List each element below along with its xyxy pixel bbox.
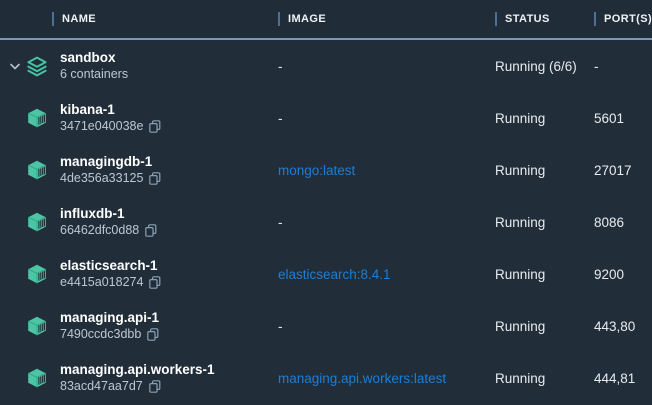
table-row-managing-api-1[interactable]: managing.api-1 7490ccdc3dbb - Running 44… (0, 300, 652, 352)
containers-table: NAME IMAGE STATUS PORT(S) sandbox 6 cont… (0, 0, 652, 405)
name-cell: elasticsearch-1 e4415a018274 (0, 248, 270, 300)
name-cell: kibana-1 3471e040038e (0, 92, 270, 144)
table-row-elasticsearch-1[interactable]: elasticsearch-1 e4415a018274 elasticsear… (0, 248, 652, 300)
ports-cell: 443,80 (586, 300, 652, 352)
chevron-down-icon (10, 63, 20, 70)
status-cell: Running (487, 144, 586, 196)
expand-toggle[interactable] (6, 63, 26, 70)
container-name: managing.api.workers-1 (60, 362, 215, 378)
copy-icon[interactable] (147, 328, 160, 341)
column-header-status[interactable]: STATUS (487, 0, 586, 38)
name-cell: managing.api.workers-1 83acd47aa7d7 (0, 352, 270, 404)
column-separator (594, 12, 596, 26)
column-header-ports[interactable]: PORT(S) (586, 0, 652, 38)
ports-cell: 27017 (586, 144, 652, 196)
status-cell: Running (487, 248, 586, 300)
column-header-name-label: NAME (62, 13, 96, 25)
container-id: e4415a018274 (60, 274, 143, 290)
name-cell: influxdb-1 66462dfc0d88 (0, 196, 270, 248)
container-name: influxdb-1 (60, 206, 158, 222)
container-id: 4de356a33125 (60, 170, 143, 186)
container-name: sandbox (60, 50, 128, 66)
container-icon (26, 368, 48, 388)
container-id: 7490ccdc3dbb (60, 326, 141, 342)
column-header-image-label: IMAGE (288, 13, 326, 25)
container-icon (26, 108, 48, 128)
column-header-ports-label: PORT(S) (604, 13, 652, 25)
table-row-kibana-1[interactable]: kibana-1 3471e040038e - Running 5601 (0, 92, 652, 144)
table-row-managingdb-1[interactable]: managingdb-1 4de356a33125 mongo:latest R… (0, 144, 652, 196)
ports-cell: 444,81 (586, 352, 652, 404)
container-name: managingdb-1 (60, 154, 162, 170)
copy-icon[interactable] (145, 224, 158, 237)
copy-icon[interactable] (149, 172, 162, 185)
container-icon (26, 316, 48, 336)
status-cell: Running (6/6) (487, 40, 586, 92)
column-separator (278, 12, 280, 26)
container-name: elasticsearch-1 (60, 258, 162, 274)
status-cell: Running (487, 196, 586, 248)
image-link[interactable]: mongo:latest (270, 144, 487, 196)
container-name: kibana-1 (60, 102, 162, 118)
name-cell: sandbox 6 containers (0, 40, 270, 92)
copy-icon[interactable] (149, 276, 162, 289)
ports-cell: 5601 (586, 92, 652, 144)
table-row-managing-api-workers-1[interactable]: managing.api.workers-1 83acd47aa7d7 mana… (0, 352, 652, 404)
ports-cell: 8086 (586, 196, 652, 248)
column-separator (495, 12, 497, 26)
column-separator (52, 12, 54, 26)
container-icon (26, 160, 48, 180)
image-cell: - (270, 300, 487, 352)
table-row-influxdb-1[interactable]: influxdb-1 66462dfc0d88 - Running 8086 (0, 196, 652, 248)
column-header-name[interactable]: NAME (0, 0, 270, 38)
name-cell: managing.api-1 7490ccdc3dbb (0, 300, 270, 352)
container-id: 66462dfc0d88 (60, 222, 139, 238)
status-cell: Running (487, 300, 586, 352)
table-header: NAME IMAGE STATUS PORT(S) (0, 0, 652, 40)
name-cell: managingdb-1 4de356a33125 (0, 144, 270, 196)
status-cell: Running (487, 92, 586, 144)
container-icon (26, 264, 48, 284)
copy-icon[interactable] (149, 120, 162, 133)
container-icon (26, 212, 48, 232)
ports-cell: - (586, 40, 652, 92)
column-header-image[interactable]: IMAGE (270, 0, 487, 38)
column-header-status-label: STATUS (505, 13, 550, 25)
copy-icon[interactable] (149, 380, 162, 393)
ports-cell: 9200 (586, 248, 652, 300)
container-name: managing.api-1 (60, 310, 160, 326)
image-cell: - (270, 196, 487, 248)
container-id: 3471e040038e (60, 118, 143, 134)
stack-icon (26, 56, 48, 77)
container-id: 83acd47aa7d7 (60, 378, 143, 394)
image-cell: - (270, 92, 487, 144)
image-link[interactable]: managing.api.workers:latest (270, 352, 487, 404)
image-link[interactable]: elasticsearch:8.4.1 (270, 248, 487, 300)
image-cell: - (270, 40, 487, 92)
status-cell: Running (487, 352, 586, 404)
container-count: 6 containers (60, 66, 128, 82)
table-row-sandbox[interactable]: sandbox 6 containers - Running (6/6) - (0, 40, 652, 92)
